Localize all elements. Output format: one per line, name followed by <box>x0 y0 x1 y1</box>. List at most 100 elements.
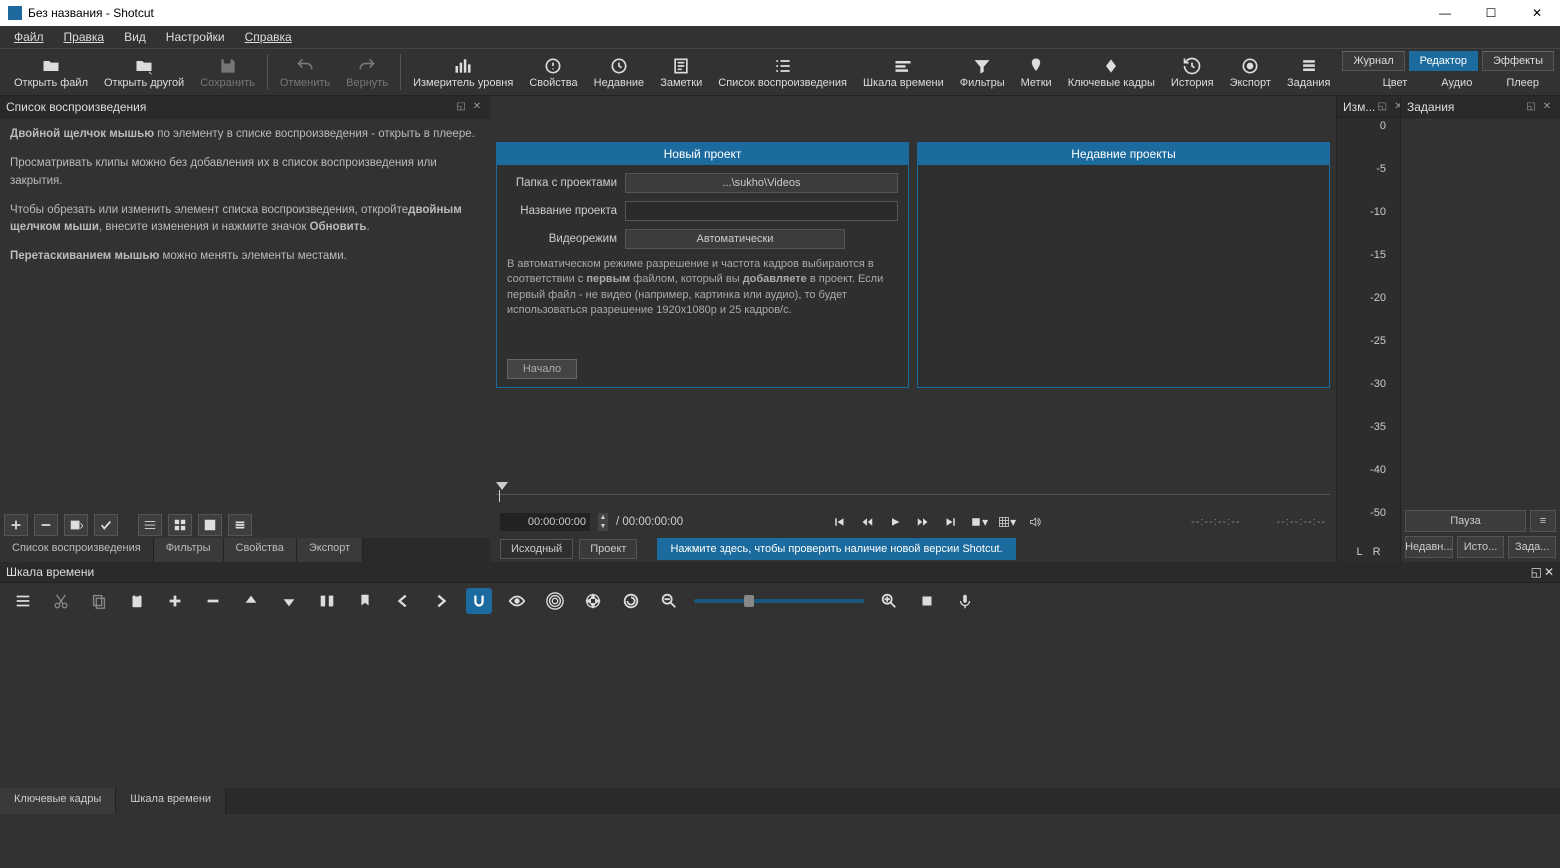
minimize-button[interactable]: — <box>1422 0 1468 26</box>
tab-jobs[interactable]: Зада... <box>1508 536 1556 558</box>
rewind-button[interactable] <box>857 513 877 531</box>
notes-button[interactable]: Заметки <box>652 54 710 91</box>
layout-player[interactable]: Плеер <box>1491 73 1554 93</box>
update-button[interactable] <box>94 514 118 536</box>
open-other-button[interactable]: Открыть другой <box>96 54 192 91</box>
tab-properties[interactable]: Свойства <box>224 538 297 562</box>
more-button[interactable] <box>228 514 252 536</box>
play-button[interactable] <box>885 513 905 531</box>
menu-help[interactable]: Справка <box>237 28 300 46</box>
menu-file[interactable]: Файл <box>6 28 52 46</box>
undock-icon[interactable]: ◱ <box>1531 565 1542 579</box>
next-marker-button[interactable] <box>428 588 454 614</box>
skip-next-button[interactable] <box>941 513 961 531</box>
layout-color[interactable]: Цвет <box>1368 73 1423 93</box>
zoom-fit-button[interactable]: ▾ <box>969 513 989 531</box>
layout-editor[interactable]: Редактор <box>1409 51 1478 71</box>
export-button[interactable]: Экспорт <box>1222 54 1279 91</box>
forward-button[interactable] <box>913 513 933 531</box>
paste-button[interactable] <box>124 588 150 614</box>
copy-button[interactable] <box>86 588 112 614</box>
markers-button[interactable]: Метки <box>1013 54 1060 91</box>
view-icons-button[interactable] <box>198 514 222 536</box>
close-panel-icon[interactable]: ✕ <box>1544 565 1554 579</box>
zoom-handle[interactable] <box>744 595 754 607</box>
tab-export[interactable]: Экспорт <box>297 538 363 562</box>
tab-filters[interactable]: Фильтры <box>154 538 224 562</box>
playlist-button[interactable]: Список воспроизведения <box>710 54 855 91</box>
timecode-input[interactable] <box>500 513 590 531</box>
layout-journal[interactable]: Журнал <box>1342 51 1404 71</box>
undock-icon[interactable]: ◱ <box>454 100 468 114</box>
open-file-button[interactable]: Открыть файл <box>6 54 96 91</box>
source-tab[interactable]: Исходный <box>500 539 573 559</box>
tab-history[interactable]: Исто... <box>1457 536 1505 558</box>
cut-button[interactable] <box>48 588 74 614</box>
project-name-input[interactable] <box>625 201 898 221</box>
timeline-tracks[interactable] <box>0 618 1560 788</box>
properties-button[interactable]: Свойства <box>521 54 585 91</box>
tab-keyframes[interactable]: Ключевые кадры <box>0 788 116 814</box>
add-button[interactable] <box>4 514 28 536</box>
prev-marker-button[interactable] <box>390 588 416 614</box>
ripple-all-button[interactable] <box>580 588 606 614</box>
split-button[interactable] <box>314 588 340 614</box>
menu-edit[interactable]: Правка <box>56 28 113 46</box>
undock-icon[interactable]: ◱ <box>1524 100 1538 114</box>
close-panel-icon[interactable]: ✕ <box>1540 100 1554 114</box>
tab-timeline[interactable]: Шкала времени <box>116 788 226 814</box>
append-button[interactable] <box>162 588 188 614</box>
zoom-fit-button[interactable] <box>914 588 940 614</box>
volume-button[interactable] <box>1025 513 1045 531</box>
maximize-button[interactable]: ☐ <box>1468 0 1514 26</box>
skip-prev-button[interactable] <box>829 513 849 531</box>
zoom-out-button[interactable] <box>656 588 682 614</box>
filters-button[interactable]: Фильтры <box>952 54 1013 91</box>
menu-settings[interactable]: Настройки <box>158 28 233 46</box>
player-ruler[interactable] <box>496 482 1330 508</box>
view-detailed-button[interactable] <box>138 514 162 536</box>
layout-effects[interactable]: Эффекты <box>1482 51 1554 71</box>
recent-button[interactable]: Недавние <box>586 54 653 91</box>
record-audio-button[interactable] <box>952 588 978 614</box>
playhead-icon[interactable] <box>496 482 508 490</box>
save-button[interactable]: Сохранить <box>192 54 263 91</box>
video-mode-button[interactable]: Автоматически <box>625 229 845 249</box>
ripple-button[interactable] <box>542 588 568 614</box>
history-button[interactable]: История <box>1163 54 1222 91</box>
layout-audio[interactable]: Аудио <box>1426 73 1487 93</box>
scrub-button[interactable] <box>504 588 530 614</box>
project-tab[interactable]: Проект <box>579 539 637 559</box>
tab-playlist[interactable]: Список воспроизведения <box>0 538 154 562</box>
lift-button[interactable] <box>238 588 264 614</box>
timecode-spin[interactable]: ▲▼ <box>598 513 608 531</box>
remove-button[interactable] <box>200 588 226 614</box>
pause-jobs-button[interactable]: Пауза <box>1405 510 1526 532</box>
peakmeter-button[interactable]: Измеритель уровня <box>405 54 521 91</box>
start-button[interactable]: Начало <box>507 359 577 379</box>
timeline-button[interactable]: Шкала времени <box>855 54 952 91</box>
timeline-menu-button[interactable] <box>10 588 36 614</box>
zoom-in-button[interactable] <box>876 588 902 614</box>
jobs-menu-button[interactable]: ≡ <box>1530 510 1556 532</box>
remove-button[interactable] <box>34 514 58 536</box>
snap-button[interactable] <box>466 588 492 614</box>
overwrite-button[interactable] <box>276 588 302 614</box>
tab-recent[interactable]: Недавн... <box>1405 536 1453 558</box>
zoom-slider[interactable] <box>694 599 864 603</box>
undo-button[interactable]: Отменить <box>272 54 338 91</box>
undock-icon[interactable]: ◱ <box>1375 100 1389 114</box>
marker-button[interactable] <box>352 588 378 614</box>
jobs-button[interactable]: Задания <box>1279 54 1338 91</box>
keyframes-button[interactable]: Ключевые кадры <box>1060 54 1163 91</box>
close-button[interactable]: ✕ <box>1514 0 1560 26</box>
redo-button[interactable]: Вернуть <box>338 54 396 91</box>
update-check-button[interactable]: Нажмите здесь, чтобы проверить наличие н… <box>657 538 1015 560</box>
menu-view[interactable]: Вид <box>116 28 154 46</box>
grid-button[interactable]: ▾ <box>997 513 1017 531</box>
view-tiles-button[interactable] <box>168 514 192 536</box>
project-folder-button[interactable]: ...\sukho\Videos <box>625 173 898 193</box>
close-panel-icon[interactable]: ✕ <box>470 100 484 114</box>
insert-button[interactable] <box>64 514 88 536</box>
ripple-markers-button[interactable] <box>618 588 644 614</box>
